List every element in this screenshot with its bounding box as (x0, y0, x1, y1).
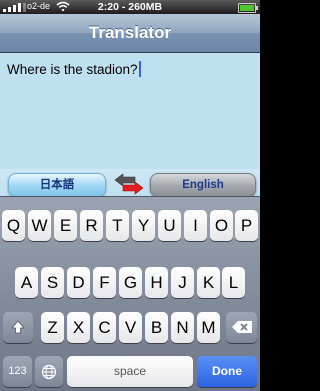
numbers-mode-key[interactable]: 123 (3, 356, 32, 387)
input-text: Where is the stadion? (7, 62, 138, 77)
key-g[interactable]: G (119, 267, 142, 298)
language-selector-bar: 日本語 English (0, 169, 260, 197)
key-i[interactable]: I (184, 210, 207, 241)
keyboard: Q W E R T Y U I O P A S D F G H J K L Z … (0, 196, 260, 391)
page-title: Translator (88, 23, 172, 42)
key-c[interactable]: C (93, 312, 116, 343)
text-cursor (138, 61, 141, 77)
key-r[interactable]: R (80, 210, 103, 241)
battery-icon (238, 3, 258, 13)
key-x[interactable]: X (67, 312, 90, 343)
navigation-bar: Translator (0, 14, 260, 53)
key-u[interactable]: U (158, 210, 181, 241)
key-d[interactable]: D (67, 267, 90, 298)
status-time: 2:20 - 260MB (97, 1, 163, 13)
key-m[interactable]: M (197, 312, 220, 343)
globe-key[interactable] (35, 356, 63, 387)
key-n[interactable]: N (171, 312, 194, 343)
done-key[interactable]: Done (197, 356, 257, 387)
status-bar: o2-de 2:20 - 260MB (0, 0, 260, 14)
key-f[interactable]: F (93, 267, 116, 298)
backspace-key[interactable] (226, 312, 257, 343)
swap-languages-icon[interactable] (111, 171, 147, 197)
key-e[interactable]: E (54, 210, 77, 241)
key-q[interactable]: Q (2, 210, 25, 241)
key-o[interactable]: O (210, 210, 233, 241)
shift-key[interactable] (3, 312, 33, 343)
backspace-icon (231, 321, 252, 333)
key-h[interactable]: H (145, 267, 168, 298)
translation-input-area[interactable]: Where is the stadion? (0, 53, 260, 169)
input-text-wrap: Where is the stadion? (7, 61, 141, 77)
key-z[interactable]: Z (41, 312, 64, 343)
key-a[interactable]: A (15, 267, 38, 298)
key-v[interactable]: V (119, 312, 142, 343)
key-y[interactable]: Y (132, 210, 155, 241)
shift-arrow-icon (11, 320, 25, 334)
key-w[interactable]: W (28, 210, 51, 241)
key-k[interactable]: K (197, 267, 220, 298)
key-s[interactable]: S (41, 267, 64, 298)
globe-icon (41, 364, 57, 380)
key-l[interactable]: L (222, 267, 245, 298)
key-t[interactable]: T (106, 210, 129, 241)
space-key[interactable]: space (67, 356, 193, 387)
source-language-button[interactable]: 日本語 (8, 173, 106, 197)
key-p[interactable]: P (235, 210, 258, 241)
target-language-button[interactable]: English (150, 173, 256, 197)
key-j[interactable]: J (171, 267, 194, 298)
key-b[interactable]: B (145, 312, 168, 343)
